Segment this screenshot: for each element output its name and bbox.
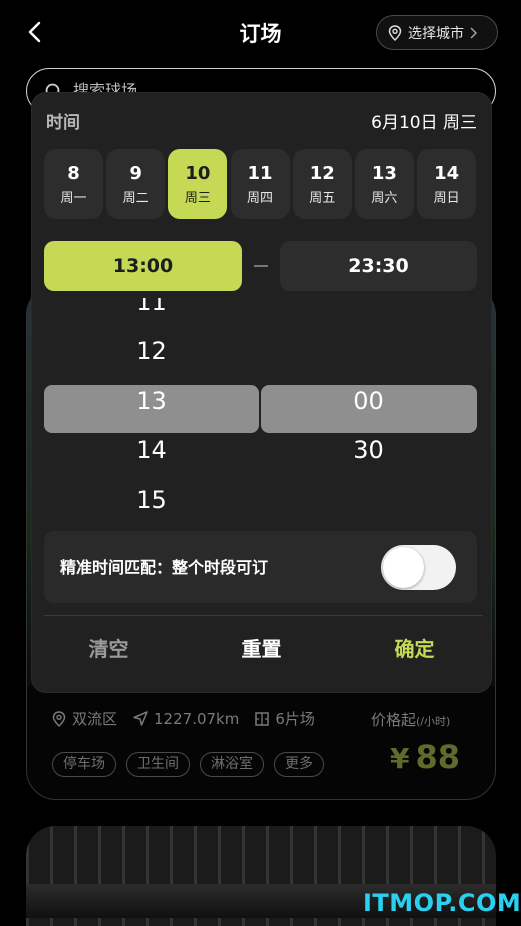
toggle-knob <box>383 547 424 588</box>
clear-button[interactable]: 清空 <box>32 631 185 667</box>
exact-match-row: 精准时间匹配：整个时段可订 <box>44 531 477 603</box>
tag-more[interactable]: 更多 <box>274 752 324 777</box>
hour-option[interactable]: 12 <box>44 337 259 365</box>
chevron-right-icon <box>470 27 477 38</box>
minute-option[interactable]: 30 <box>261 436 476 464</box>
modal-actions: 清空 重置 确定 <box>32 631 491 667</box>
day-tile[interactable]: 14 周日 <box>417 149 477 219</box>
divider <box>44 615 483 616</box>
day-selector: 8 周一 9 周二 10 周三 11 周四 12 周五 13 周六 14 周日 <box>44 149 479 219</box>
hour-option[interactable]: 14 <box>44 436 259 464</box>
exact-match-label: 精准时间匹配：整个时段可订 <box>60 558 269 577</box>
end-time-button[interactable]: 23:30 <box>280 241 477 291</box>
hour-wheel[interactable]: 11 12 13 14 15 <box>44 298 259 516</box>
select-city-label: 选择城市 <box>408 25 464 42</box>
venue-district: 双流区 <box>72 710 118 728</box>
modal-header: 时间 6月10日 周三 <box>46 108 477 133</box>
select-city-button[interactable]: 选择城市 <box>376 15 498 50</box>
minute-option-selected[interactable]: 00 <box>261 387 476 415</box>
day-tile[interactable]: 13 周六 <box>354 149 414 219</box>
venue-meta: 双流区 1227.07km 6片场 <box>52 708 331 729</box>
tag-parking: 停车场 <box>52 752 116 777</box>
venue-price: ¥88 <box>390 738 460 776</box>
reset-button[interactable]: 重置 <box>185 631 338 667</box>
time-picker-modal: 时间 6月10日 周三 8 周一 9 周二 10 周三 11 周四 12 周五 13 周六 … <box>32 93 491 692</box>
day-tile[interactable]: 12 周五 <box>292 149 352 219</box>
day-tile-selected[interactable]: 10 周三 <box>168 149 228 219</box>
facility-tags: 停车场 卫生间 淋浴室 更多 <box>52 752 334 777</box>
hour-option[interactable]: 15 <box>44 486 259 514</box>
confirm-button[interactable]: 确定 <box>338 631 491 667</box>
court-icon <box>255 711 270 726</box>
selected-date: 6月10日 周三 <box>371 113 477 133</box>
hour-option[interactable]: 11 <box>44 298 259 316</box>
time-label: 时间 <box>46 113 80 133</box>
price-unit: (/小时) <box>416 715 451 728</box>
minute-wheel[interactable]: 00 30 <box>261 298 476 516</box>
tag-shower: 淋浴室 <box>200 752 264 777</box>
hour-option-selected[interactable]: 13 <box>44 387 259 415</box>
start-time-button[interactable]: 13:00 <box>44 241 242 291</box>
watermark: ITMOP.COM <box>363 889 521 917</box>
app-header: 订场 选择城市 <box>0 0 521 64</box>
time-range-separator <box>254 265 268 267</box>
day-tile[interactable]: 8 周一 <box>44 149 103 219</box>
navigation-arrow-icon <box>133 711 148 726</box>
day-tile[interactable]: 9 周二 <box>106 149 166 219</box>
exact-match-toggle[interactable] <box>381 545 456 590</box>
location-pin-icon <box>388 24 402 41</box>
tag-restroom: 卫生间 <box>126 752 190 777</box>
venue-court-count: 6片场 <box>275 710 315 728</box>
currency-symbol: ¥ <box>390 742 410 775</box>
time-wheel-picker: 11 12 13 14 15 00 30 <box>44 298 477 516</box>
price-label: 价格起(/小时) <box>371 711 451 729</box>
venue-distance: 1227.07km <box>154 709 240 728</box>
location-pin-icon <box>52 710 66 727</box>
price-value: 88 <box>415 738 461 776</box>
day-tile[interactable]: 11 周四 <box>230 149 290 219</box>
